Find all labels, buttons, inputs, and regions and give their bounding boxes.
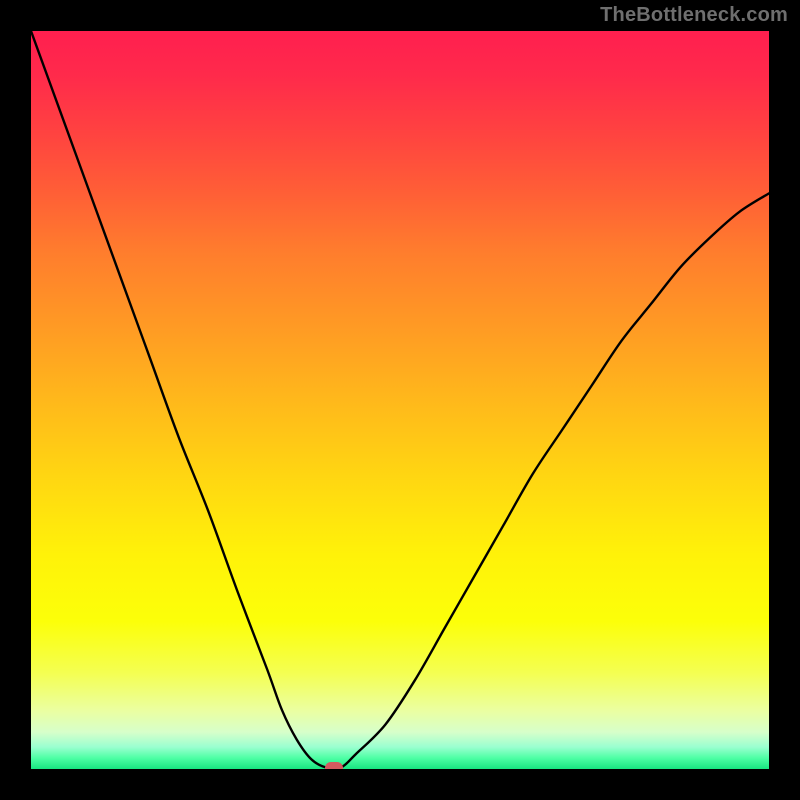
optimum-marker: [325, 762, 343, 769]
bottleneck-curve: [31, 31, 769, 769]
plot-area: [31, 31, 769, 769]
chart-frame: TheBottleneck.com: [0, 0, 800, 800]
watermark-text: TheBottleneck.com: [600, 4, 788, 27]
